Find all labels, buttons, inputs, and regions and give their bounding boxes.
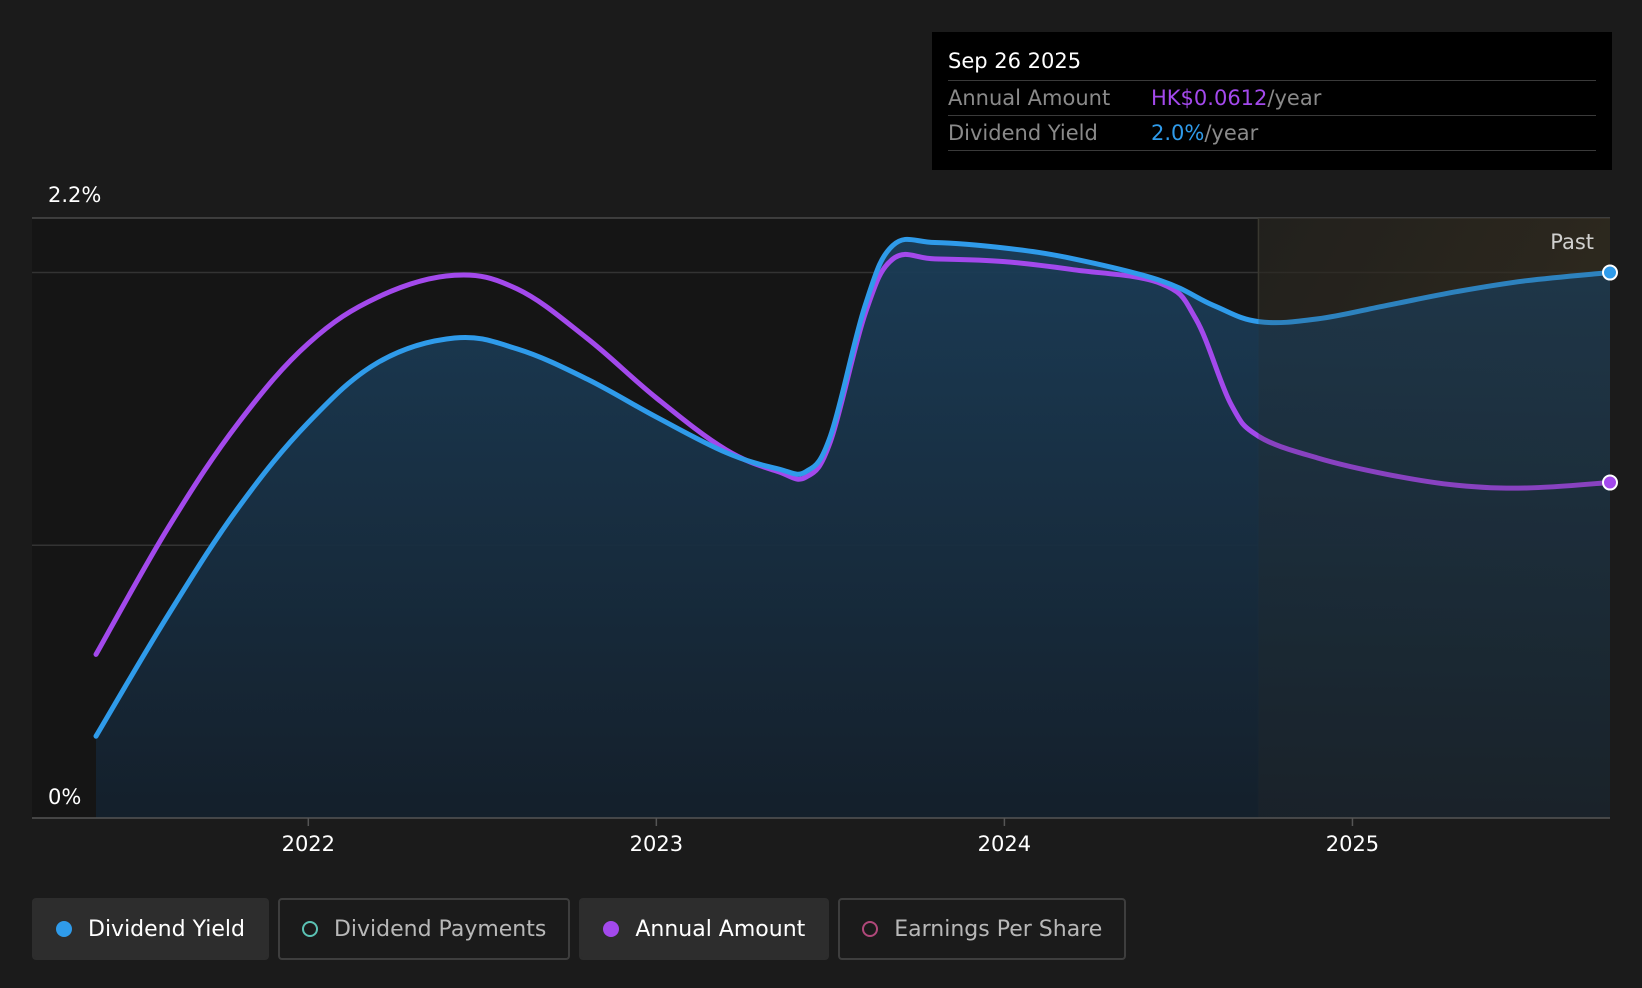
past-overlay — [1258, 218, 1610, 818]
tooltip-value: HK$0.0612 — [1151, 86, 1268, 110]
y-tick-label-top: 2.2% — [48, 183, 101, 207]
filled-circle-icon — [603, 921, 620, 937]
dividend-chart-stage: Past 2022 2023 2024 2025 2.2% 0% Sep 26 2025… — [0, 0, 1642, 988]
legend-item-annual-amount[interactable]: Annual Amount — [579, 898, 830, 960]
x-tick-label: 2023 — [630, 832, 683, 856]
hollow-circle-icon — [862, 921, 879, 937]
tooltip-row-annual-amount: Annual Amount HK$0.0612/year — [948, 81, 1596, 116]
tooltip-label: Dividend Yield — [948, 121, 1098, 145]
legend-item-dividend-yield[interactable]: Dividend Yield — [32, 898, 269, 960]
tooltip-row-dividend-yield: Dividend Yield 2.0%/year — [948, 116, 1596, 151]
legend-label: Dividend Payments — [333, 916, 547, 942]
tooltip-value: 2.0% — [1151, 121, 1205, 145]
endpoint-dividend-yield[interactable] — [1602, 264, 1618, 281]
endpoint-annual-amount[interactable] — [1602, 474, 1618, 491]
tooltip-label: Annual Amount — [948, 86, 1111, 110]
legend-item-earnings-per-share[interactable]: Earnings Per Share — [838, 898, 1127, 960]
x-tick-label: 2022 — [282, 832, 335, 856]
chart-legend: Dividend Yield Dividend Payments Annual … — [32, 898, 1127, 960]
filled-circle-icon — [56, 921, 72, 937]
legend-item-dividend-payments[interactable]: Dividend Payments — [277, 898, 571, 960]
tooltip-unit: /year — [1204, 121, 1259, 145]
x-tick-label: 2024 — [978, 832, 1031, 856]
legend-label: Annual Amount — [635, 916, 806, 942]
legend-label: Earnings Per Share — [894, 916, 1103, 942]
tooltip-date: Sep 26 2025 — [948, 46, 1596, 81]
tooltip-unit: /year — [1267, 86, 1322, 110]
x-tick-label: 2025 — [1326, 832, 1379, 856]
hollow-circle-icon — [301, 921, 318, 937]
y-tick-label-bottom: 0% — [48, 785, 81, 809]
chart-tooltip: Sep 26 2025 Annual Amount HK$0.0612/year … — [932, 32, 1612, 170]
x-axis: 2022 2023 2024 2025 — [32, 817, 1610, 856]
legend-label: Dividend Yield — [88, 916, 245, 942]
